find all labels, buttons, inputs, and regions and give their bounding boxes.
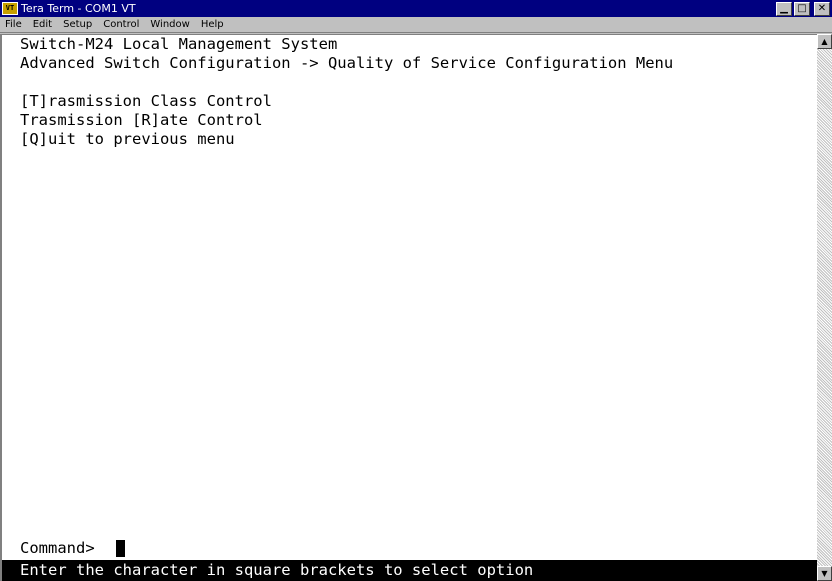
menu-window[interactable]: Window — [145, 17, 195, 32]
option-quit: [Q]uit to previous menu — [20, 130, 235, 148]
scroll-up-arrow-icon[interactable]: ▲ — [817, 34, 832, 49]
maximize-button[interactable]: □ — [794, 1, 810, 16]
window-title: Tera Term - COM1 VT — [21, 2, 136, 15]
menu-setup[interactable]: Setup — [58, 17, 98, 32]
option-transmission-rate: Trasmission [R]ate Control — [20, 111, 263, 129]
vertical-scrollbar[interactable]: ▲ ▼ — [817, 34, 832, 581]
status-line: Enter the character in square brackets t… — [2, 560, 817, 581]
command-prompt: Command> — [20, 539, 95, 557]
system-title-line: Switch-M24 Local Management System — [20, 35, 338, 53]
status-text: Enter the character in square brackets t… — [20, 561, 534, 579]
title-bar[interactable]: VT Tera Term - COM1 VT ▁ □ ✕ — [0, 0, 832, 17]
menu-bar: File Edit Setup Control Window Help — [0, 17, 832, 33]
terminal-screen[interactable]: Switch-M24 Local Management System Advan… — [0, 34, 817, 581]
menu-file[interactable]: File — [0, 17, 28, 32]
minimize-button[interactable]: ▁ — [776, 1, 792, 16]
option-transmission-class: [T]rasmission Class Control — [20, 92, 272, 110]
menu-help[interactable]: Help — [196, 17, 230, 32]
text-cursor — [116, 540, 125, 557]
menu-edit[interactable]: Edit — [28, 17, 58, 32]
menu-control[interactable]: Control — [98, 17, 145, 32]
app-icon[interactable]: VT — [2, 2, 18, 15]
close-button[interactable]: ✕ — [814, 1, 830, 16]
scroll-down-arrow-icon[interactable]: ▼ — [817, 566, 832, 581]
menu-path-line: Advanced Switch Configuration -> Quality… — [20, 54, 674, 72]
